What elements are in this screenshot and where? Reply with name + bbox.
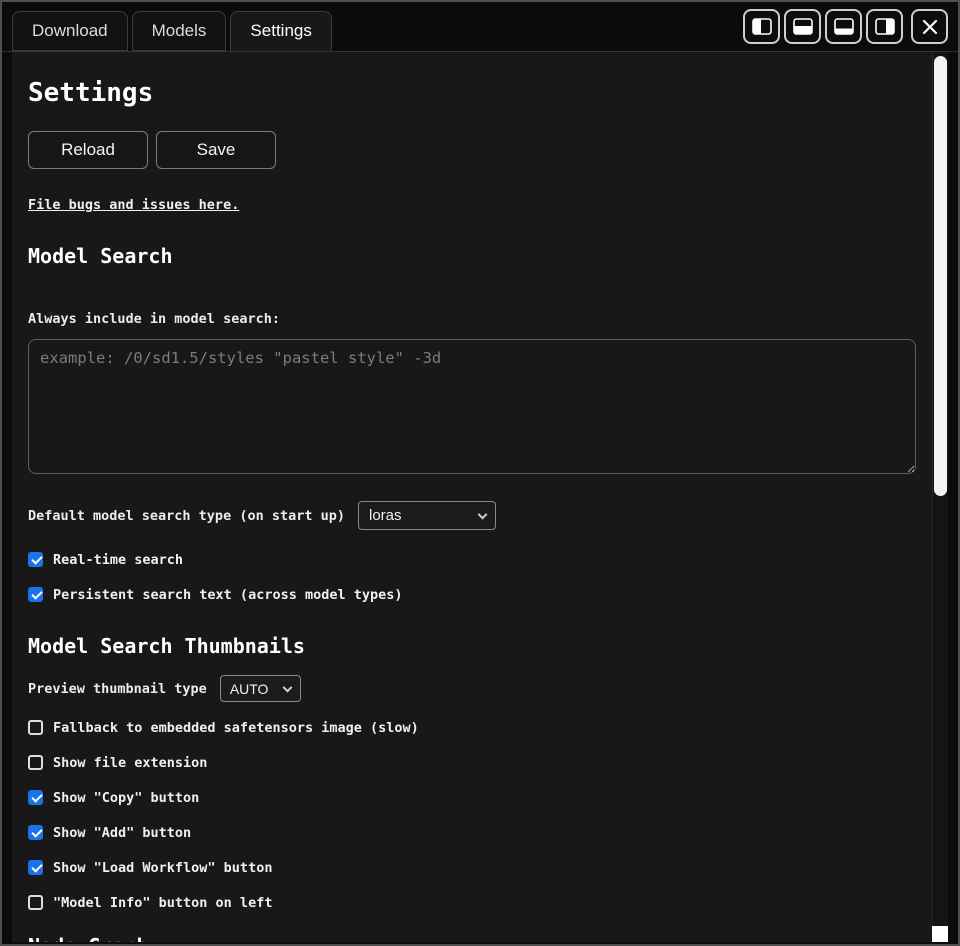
model-search-heading: Model Search: [28, 244, 916, 269]
panel-bottom-half-button[interactable]: [784, 9, 821, 44]
realtime-search-row[interactable]: Real-time search: [28, 542, 916, 577]
show-load-workflow-checkbox[interactable]: [28, 860, 43, 875]
panel-right-button[interactable]: [866, 9, 903, 44]
panel-bottom-strip-button[interactable]: [825, 9, 862, 44]
checkbox-label: Show "Load Workflow" button: [53, 860, 272, 876]
default-search-type-row: Default model search type (on start up) …: [28, 501, 916, 530]
always-include-label: Always include in model search:: [28, 311, 916, 327]
persistent-search-checkbox[interactable]: [28, 587, 43, 602]
tab-models[interactable]: Models: [132, 11, 227, 51]
always-include-textarea[interactable]: [28, 339, 916, 474]
thumbnails-heading: Model Search Thumbnails: [28, 634, 916, 659]
vertical-scrollbar[interactable]: [932, 52, 948, 926]
panel-left-icon: [752, 18, 772, 35]
default-search-type-select[interactable]: loras: [358, 501, 496, 530]
checkbox-label: Show "Add" button: [53, 825, 191, 841]
model-info-left-checkbox[interactable]: [28, 895, 43, 910]
checkbox-label: Fallback to embedded safetensors image (…: [53, 720, 419, 736]
preview-thumbnail-type-label: Preview thumbnail type: [28, 681, 207, 697]
node-graph-heading: Node Graph: [28, 934, 916, 942]
show-copy-button-row[interactable]: Show "Copy" button: [28, 780, 916, 815]
persistent-search-row[interactable]: Persistent search text (across model typ…: [28, 577, 916, 612]
show-file-extension-checkbox[interactable]: [28, 755, 43, 770]
settings-actions: Reload Save: [28, 131, 916, 169]
reload-button[interactable]: Reload: [28, 131, 148, 169]
realtime-search-checkbox[interactable]: [28, 552, 43, 567]
panel-bottom-half-icon: [793, 18, 813, 35]
show-add-button-row[interactable]: Show "Add" button: [28, 815, 916, 850]
checkbox-label: "Model Info" button on left: [53, 895, 272, 911]
settings-content: Settings Reload Save File bugs and issue…: [12, 52, 932, 942]
model-search-checkboxes: Real-time search Persistent search text …: [28, 542, 916, 612]
default-search-type-label: Default model search type (on start up): [28, 508, 345, 524]
panel-bottom-strip-icon: [834, 18, 854, 35]
fallback-safetensors-checkbox[interactable]: [28, 720, 43, 735]
thumbnails-checkboxes: Fallback to embedded safetensors image (…: [28, 710, 916, 920]
preview-thumbnail-type-row: Preview thumbnail type AUTO: [28, 675, 916, 702]
scrollbar-corner: [932, 926, 948, 942]
app-window: Download Models Settings: [0, 0, 960, 946]
tab-settings[interactable]: Settings: [230, 11, 331, 51]
show-add-button-checkbox[interactable]: [28, 825, 43, 840]
checkbox-label: Persistent search text (across model typ…: [53, 587, 403, 603]
settings-panel: Settings Reload Save File bugs and issue…: [12, 52, 948, 942]
page-title: Settings: [28, 78, 916, 109]
panel-right-icon: [875, 18, 895, 35]
scrollbar-thumb[interactable]: [934, 56, 947, 496]
tab-download[interactable]: Download: [12, 11, 128, 51]
show-copy-button-checkbox[interactable]: [28, 790, 43, 805]
show-load-workflow-row[interactable]: Show "Load Workflow" button: [28, 850, 916, 885]
model-info-left-row[interactable]: "Model Info" button on left: [28, 885, 916, 920]
window-actions: [743, 9, 948, 44]
save-button[interactable]: Save: [156, 131, 276, 169]
close-icon: [922, 19, 938, 35]
checkbox-label: Show file extension: [53, 755, 207, 771]
close-button[interactable]: [911, 9, 948, 44]
tab-bar: Download Models Settings: [12, 11, 332, 51]
panel-left-button[interactable]: [743, 9, 780, 44]
default-search-type-select-wrap: loras: [358, 501, 496, 530]
fallback-safetensors-row[interactable]: Fallback to embedded safetensors image (…: [28, 710, 916, 745]
show-file-extension-row[interactable]: Show file extension: [28, 745, 916, 780]
checkbox-label: Real-time search: [53, 552, 183, 568]
file-bugs-link[interactable]: File bugs and issues here.: [28, 197, 239, 213]
preview-thumbnail-type-select-wrap: AUTO: [220, 675, 301, 702]
checkbox-label: Show "Copy" button: [53, 790, 199, 806]
preview-thumbnail-type-select[interactable]: AUTO: [220, 675, 301, 702]
topbar: Download Models Settings: [2, 2, 958, 52]
